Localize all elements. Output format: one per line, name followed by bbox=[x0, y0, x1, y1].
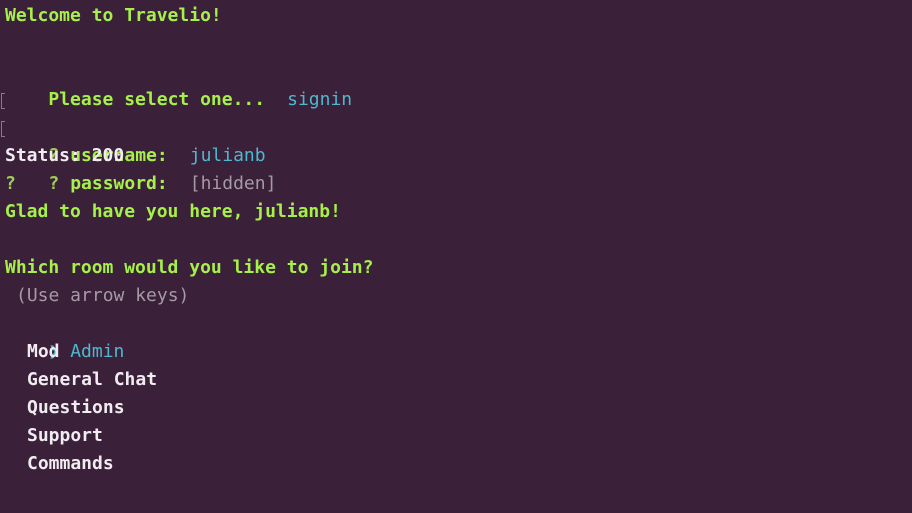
room-option-commands[interactable]: Commands bbox=[5, 450, 912, 478]
status-line: Status: 200 bbox=[5, 145, 125, 166]
greeting-line: Glad to have you here, julianb! bbox=[5, 201, 341, 222]
username-line: ? username: julianb bbox=[1, 86, 912, 166]
bracket-marker bbox=[1, 121, 5, 137]
arrow-keys-hint: (Use arrow keys) bbox=[16, 285, 190, 306]
room-option-admin[interactable]: ❯ Admin bbox=[5, 310, 912, 362]
terminal-window: Welcome to Travelio! Please select one..… bbox=[0, 0, 912, 513]
room-option-mod[interactable]: Mod bbox=[5, 338, 912, 366]
room-question: Which room would you like to join? bbox=[5, 257, 374, 278]
room-option-support[interactable]: Support bbox=[5, 422, 912, 450]
room-option-questions[interactable]: Questions bbox=[5, 394, 912, 422]
welcome-line: Welcome to Travelio! bbox=[5, 5, 222, 26]
empty-prompt: ? bbox=[5, 173, 16, 194]
password-line: ? password: [hidden] bbox=[1, 114, 912, 194]
room-option-general-chat[interactable]: General Chat bbox=[5, 366, 912, 394]
bracket-marker bbox=[1, 93, 5, 109]
select-line: Please select one... signin bbox=[5, 58, 912, 110]
